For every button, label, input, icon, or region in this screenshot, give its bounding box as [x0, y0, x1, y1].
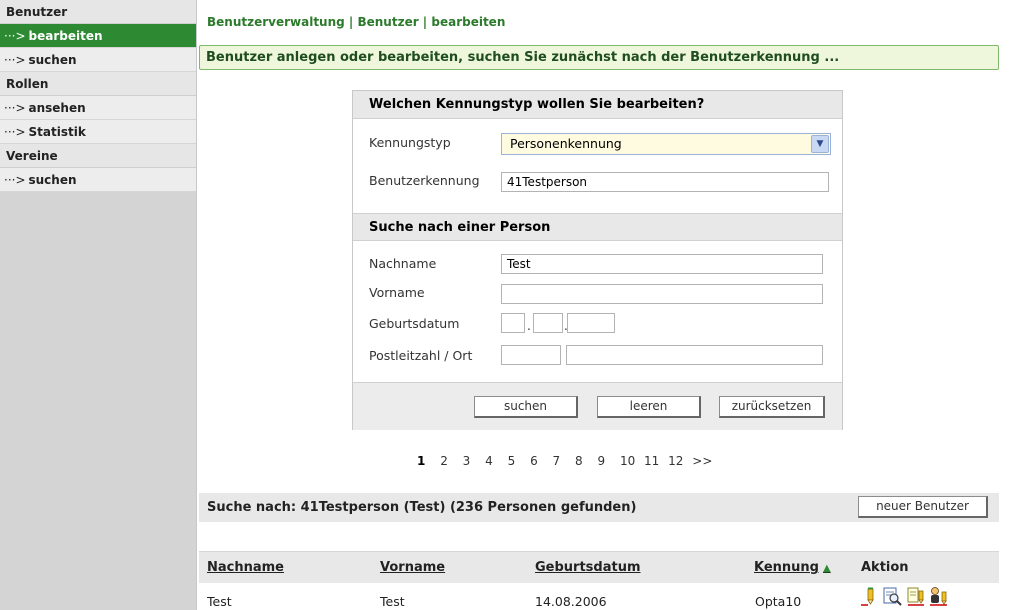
nachname-label: Nachname: [369, 256, 437, 271]
sidebar-item-label: Statistik: [28, 125, 86, 139]
column-header-nachname[interactable]: Nachname: [207, 560, 284, 575]
plz-ort-label: Postleitzahl / Ort: [369, 348, 473, 363]
sidebar-item-vereine-suchen[interactable]: ···> suchen: [0, 168, 196, 192]
page-link[interactable]: 5: [508, 454, 516, 468]
next-page-link[interactable]: >>: [692, 454, 712, 468]
sort-ascending-icon: ▲: [823, 563, 831, 574]
results-header: Suche nach: 41Testperson (Test) (236 Per…: [199, 493, 999, 522]
results-table-header: Nachname Vorname Geburtsdatum Kennung ▲ A…: [199, 551, 999, 583]
chevron-down-icon[interactable]: ▼: [811, 135, 829, 153]
page-link[interactable]: 7: [553, 454, 561, 468]
arrow-right-icon: ···>: [4, 29, 26, 43]
section-title-kennungstyp: Welchen Kennungstyp wollen Sie bearbeite…: [353, 91, 842, 119]
sidebar-section-vereine: Vereine: [0, 144, 196, 168]
kennungstyp-selected-value: Personenkennung: [510, 136, 622, 151]
vorname-input[interactable]: [501, 284, 823, 304]
cell-vorname: Test: [380, 594, 405, 609]
search-button[interactable]: suchen: [474, 396, 578, 418]
page-link[interactable]: 8: [575, 454, 583, 468]
column-header-kennung[interactable]: Kennung ▲: [754, 560, 831, 575]
cell-kennung: Opta10: [755, 594, 802, 609]
breadcrumb: Benutzerverwaltung | Benutzer | bearbeit…: [207, 15, 506, 29]
form-button-bar: suchen leeren zurücksetzen: [353, 382, 842, 430]
benutzerkennung-label: Benutzerkennung: [369, 173, 480, 188]
edit-icon[interactable]: [860, 586, 880, 606]
geburtsdatum-month-input[interactable]: [533, 313, 563, 333]
column-header-aktion: Aktion: [861, 560, 909, 575]
page-link[interactable]: 9: [597, 454, 605, 468]
page-link[interactable]: 6: [530, 454, 538, 468]
ort-input[interactable]: [566, 345, 823, 365]
cell-nachname: Test: [207, 594, 232, 609]
sidebar-section-rollen: Rollen: [0, 72, 196, 96]
page-link[interactable]: 11: [644, 454, 659, 468]
page-link[interactable]: 2: [440, 454, 448, 468]
page-banner: Benutzer anlegen oder bearbeiten, suchen…: [199, 45, 999, 70]
results-summary: Suche nach: 41Testperson (Test) (236 Per…: [207, 500, 637, 515]
arrow-right-icon: ···>: [4, 53, 26, 67]
sidebar-section-benutzer: Benutzer: [0, 0, 196, 24]
sidebar-item-label: bearbeiten: [28, 29, 103, 43]
search-form: Welchen Kennungstyp wollen Sie bearbeite…: [352, 90, 843, 430]
kennungstyp-select[interactable]: Personenkennung ▼: [501, 133, 831, 155]
copy-icon[interactable]: [907, 586, 927, 606]
section-title-person: Suche nach einer Person: [353, 213, 842, 241]
reset-button[interactable]: zurücksetzen: [719, 396, 825, 418]
pagination: 1 2 3 4 5 6 7 8 9 10 11 12 >>: [417, 454, 723, 468]
page-link[interactable]: 10: [620, 454, 635, 468]
postleitzahl-input[interactable]: [501, 345, 561, 365]
sidebar-item-rollen-ansehen[interactable]: ···> ansehen: [0, 96, 196, 120]
vorname-label: Vorname: [369, 285, 425, 300]
sidebar-item-label: suchen: [28, 53, 77, 67]
user-icon[interactable]: [929, 586, 949, 606]
clear-button[interactable]: leeren: [597, 396, 701, 418]
column-header-kennung-label: Kennung: [754, 560, 819, 575]
benutzerkennung-input[interactable]: 41Testperson: [501, 172, 829, 192]
page-link-current[interactable]: 1: [417, 454, 425, 468]
cell-geburtsdatum: 14.08.2006: [535, 594, 607, 609]
arrow-right-icon: ···>: [4, 125, 26, 139]
sidebar-item-label: ansehen: [28, 101, 86, 115]
kennungstyp-label: Kennungstyp: [369, 135, 451, 150]
new-user-button[interactable]: neuer Benutzer: [858, 496, 988, 518]
geburtsdatum-label: Geburtsdatum: [369, 316, 460, 331]
column-header-vorname[interactable]: Vorname: [380, 560, 445, 575]
view-icon[interactable]: [882, 586, 902, 606]
column-header-geburtsdatum[interactable]: Geburtsdatum: [535, 560, 641, 575]
arrow-right-icon: ···>: [4, 173, 26, 187]
page-link[interactable]: 4: [485, 454, 493, 468]
page-link[interactable]: 12: [668, 454, 683, 468]
page-link[interactable]: 3: [463, 454, 471, 468]
geburtsdatum-day-input[interactable]: [501, 313, 525, 333]
sidebar: Benutzer ···> bearbeiten ···> suchen Rolle…: [0, 0, 197, 610]
sidebar-item-label: suchen: [28, 173, 77, 187]
nachname-input[interactable]: Test: [501, 254, 823, 274]
arrow-right-icon: ···>: [4, 101, 26, 115]
date-separator: .: [527, 319, 531, 333]
sidebar-item-rollen-statistik[interactable]: ···> Statistik: [0, 120, 196, 144]
sidebar-item-benutzer-suchen[interactable]: ···> suchen: [0, 48, 196, 72]
geburtsdatum-year-input[interactable]: [567, 313, 615, 333]
sidebar-item-benutzer-bearbeiten[interactable]: ···> bearbeiten: [0, 24, 196, 48]
